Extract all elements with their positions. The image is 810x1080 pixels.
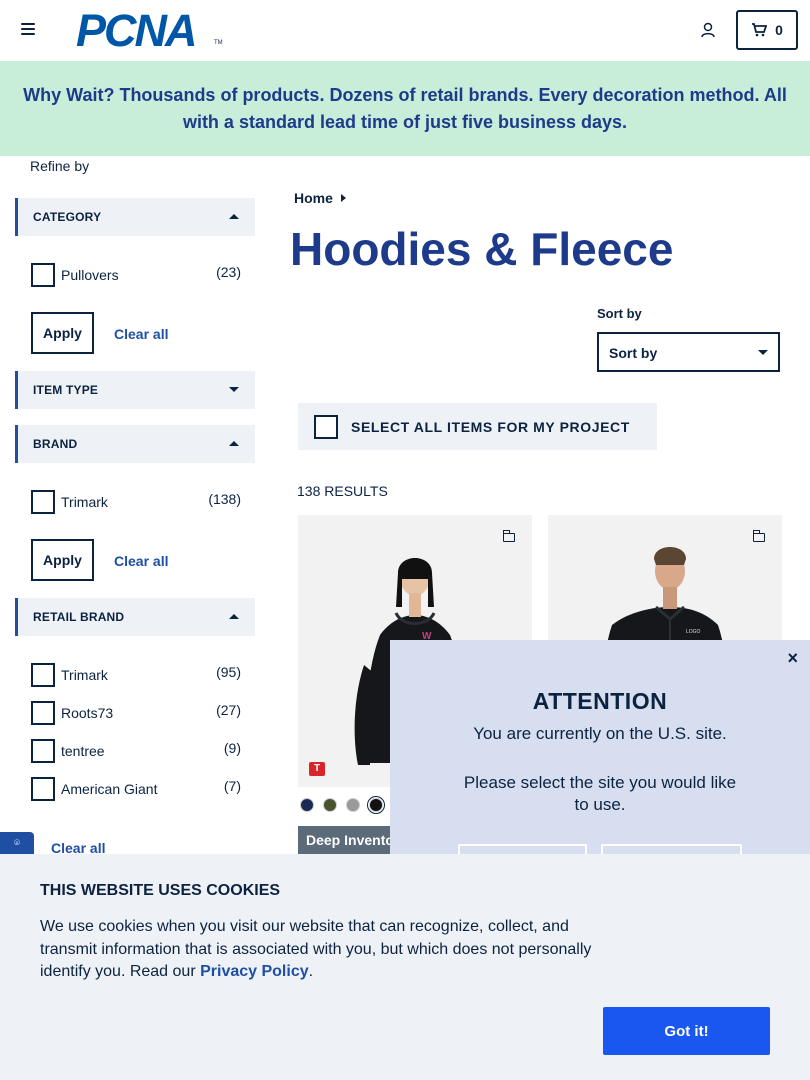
cookie-title: THIS WEBSITE USES COOKIES (40, 882, 281, 899)
color-swatch-navy[interactable] (300, 798, 314, 812)
select-all-checkbox[interactable] (314, 415, 338, 439)
breadcrumb-caret-icon (340, 194, 346, 202)
chevron-down-icon (758, 350, 768, 355)
facet-option-label: Trimark (61, 494, 108, 510)
site-header: PCNA TM 0 (0, 0, 810, 61)
privacy-policy-link[interactable]: Privacy Policy (200, 963, 309, 980)
feedback-tab[interactable]: ⌾ (0, 832, 34, 856)
caret-down-icon (229, 387, 239, 392)
promo-banner-text: Why Wait? Thousands of products. Dozens … (23, 84, 787, 132)
color-swatch-black[interactable] (367, 796, 385, 814)
menu-icon[interactable] (21, 23, 35, 35)
facet-option-label: Pullovers (61, 267, 119, 283)
facet-option-tentree[interactable]: tentree (9) (31, 739, 241, 763)
facet-item-type-header[interactable]: ITEM TYPE (15, 371, 255, 409)
svg-text:LOGO: LOGO (686, 629, 701, 635)
facet-option-american-giant[interactable]: American Giant (7) (31, 777, 241, 801)
color-swatch-olive[interactable] (323, 798, 337, 812)
facet-option-label: Trimark (61, 667, 108, 683)
promo-banner: Why Wait? Thousands of products. Dozens … (0, 61, 810, 156)
logo-trademark: TM (214, 40, 223, 46)
facet-option-count: (95) (216, 664, 241, 680)
cookie-body-suffix: . (308, 963, 314, 980)
checkbox[interactable] (31, 739, 55, 763)
facet-option-count: (27) (216, 702, 241, 718)
caret-up-icon (229, 614, 239, 619)
cookie-body: We use cookies when you visit our websit… (40, 916, 600, 984)
brand-badge: T (309, 762, 325, 776)
facet-option-pullovers[interactable]: Pullovers (23) (31, 263, 241, 287)
facet-option-trimark[interactable]: Trimark (95) (31, 663, 241, 687)
facet-brand-header[interactable]: BRAND (15, 425, 255, 463)
modal-title: ATTENTION (532, 688, 668, 714)
pcna-logo[interactable]: PCNA (76, 8, 198, 53)
cookie-banner: THIS WEBSITE USES COOKIES We use cookies… (0, 854, 810, 1080)
sort-select-value: Sort by (609, 345, 658, 361)
facet-option-count: (7) (223, 778, 241, 794)
brand-clear-all-link[interactable]: Clear all (114, 553, 168, 569)
facet-category-header[interactable]: CATEGORY (15, 198, 255, 236)
facet-option-trimark-brand[interactable]: Trimark (138) (31, 490, 241, 514)
modal-message-current-site: You are currently on the U.S. site. (473, 724, 727, 743)
facet-option-count: (138) (208, 491, 241, 507)
facet-category-title: CATEGORY (33, 210, 102, 224)
facet-option-count: (9) (223, 740, 241, 756)
facet-option-roots73[interactable]: Roots73 (27) (31, 701, 241, 725)
category-apply-button[interactable]: Apply (31, 312, 94, 354)
checkbox[interactable] (31, 490, 55, 514)
cookie-accept-button[interactable]: Got it! (603, 1007, 770, 1055)
caret-up-icon (229, 441, 239, 446)
checkbox[interactable] (31, 263, 55, 287)
facet-option-label: Roots73 (61, 705, 114, 721)
facet-option-label: American Giant (61, 781, 158, 797)
breadcrumb: Home (294, 190, 346, 206)
checkbox[interactable] (31, 701, 55, 725)
sort-label: Sort by (597, 306, 642, 321)
checkbox[interactable] (31, 777, 55, 801)
cart-button[interactable]: 0 (736, 10, 798, 50)
color-swatch-grey[interactable] (346, 798, 360, 812)
facet-brand-title: BRAND (33, 437, 78, 451)
modal-message-select-site: Please select the site you would like to… (463, 773, 737, 814)
facet-item-type-title: ITEM TYPE (33, 383, 99, 397)
caret-up-icon (229, 214, 239, 219)
cart-icon (752, 23, 768, 37)
category-clear-all-link[interactable]: Clear all (114, 326, 168, 342)
facet-retail-brand-title: RETAIL BRAND (33, 610, 125, 624)
page-title: Hoodies & Fleece (290, 223, 674, 275)
refine-by-label: Refine by (30, 158, 90, 174)
sort-select[interactable]: Sort by (597, 332, 780, 372)
user-icon[interactable] (700, 22, 716, 38)
cart-count: 0 (775, 22, 783, 38)
close-icon[interactable]: × (787, 648, 798, 669)
facet-option-label: tentree (61, 743, 105, 759)
checkbox[interactable] (31, 663, 55, 687)
select-all-items-bar[interactable]: SELECT ALL ITEMS FOR MY PROJECT (298, 403, 657, 450)
brand-apply-button[interactable]: Apply (31, 539, 94, 581)
site-selection-modal: × ATTENTION You are currently on the U.S… (390, 640, 810, 856)
color-swatches (300, 796, 385, 814)
facet-retail-brand-header[interactable]: RETAIL BRAND (15, 598, 255, 636)
results-count: 138 RESULTS (297, 483, 388, 499)
cookie-body-text: We use cookies when you visit our websit… (40, 918, 592, 980)
breadcrumb-home-link[interactable]: Home (294, 190, 333, 206)
facet-option-count: (23) (216, 264, 241, 280)
select-all-label: SELECT ALL ITEMS FOR MY PROJECT (351, 419, 630, 435)
